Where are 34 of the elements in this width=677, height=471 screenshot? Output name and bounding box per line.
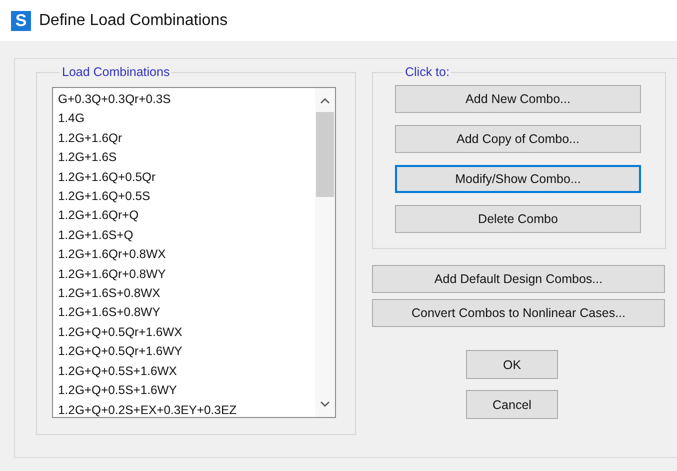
combo-button[interactable]: Add Copy of Combo...: [395, 125, 641, 153]
list-item[interactable]: 1.2G+1.6S+0.8WX: [53, 284, 315, 304]
list-item[interactable]: 1.2G+1.6Q+0.5Qr: [53, 168, 315, 188]
combinations-list[interactable]: [52, 87, 336, 418]
dialog-button[interactable]: Cancel: [466, 390, 558, 419]
list-item[interactable]: 1.2G+Q+0.2S+EX+0.3EY+0.3EZ: [53, 400, 315, 420]
list-item[interactable]: 1.2G+Q+0.5Qr+1.6WX: [53, 322, 315, 342]
list-item[interactable]: 1.2G+1.6Qr+Q: [53, 206, 315, 226]
action-button[interactable]: Convert Combos to Nonlinear Cases...: [372, 299, 665, 327]
action-button[interactable]: Add Default Design Combos...: [372, 265, 665, 293]
scrollbar[interactable]: [315, 88, 335, 417]
list-item[interactable]: 1.2G+1.6Qr+0.8WX: [53, 245, 315, 265]
list-item[interactable]: 1.2G+1.6S: [53, 148, 315, 168]
list-item[interactable]: 1.2G+1.6Qr+0.8WY: [53, 264, 315, 284]
dialog-button[interactable]: OK: [466, 350, 558, 379]
group-label: Load Combinations: [61, 65, 171, 79]
list-item[interactable]: 1.2G+1.6S+0.8WY: [53, 303, 315, 323]
group-label: Click to:: [404, 65, 450, 79]
list-item[interactable]: 1.2G+1.6S+Q: [53, 226, 315, 246]
combo-button[interactable]: Delete Combo: [395, 205, 641, 233]
list-item[interactable]: 1.2G+Q+0.5S+1.6WY: [53, 381, 315, 400]
list-item[interactable]: 1.2G+1.6Qr: [53, 128, 315, 148]
list-item[interactable]: 1.4G: [53, 109, 315, 129]
list-item[interactable]: 1.2G+1.6Q+0.5S: [53, 187, 315, 206]
window-title: Define Load Combinations: [39, 12, 228, 30]
scroll-up-icon[interactable]: [320, 98, 330, 104]
list-item[interactable]: G+0.3Q+0.3Qr+0.3S: [53, 90, 315, 110]
scroll-thumb[interactable]: [316, 112, 334, 197]
list-item[interactable]: 1.2G+Q+0.5S+1.6WX: [53, 362, 315, 382]
app-icon: S: [11, 10, 31, 30]
scroll-down-icon[interactable]: [320, 401, 330, 407]
combo-button[interactable]: Add New Combo...: [395, 85, 641, 113]
combo-button[interactable]: Modify/Show Combo...: [395, 165, 641, 193]
list-item[interactable]: 1.2G+Q+0.5Qr+1.6WY: [53, 342, 315, 362]
